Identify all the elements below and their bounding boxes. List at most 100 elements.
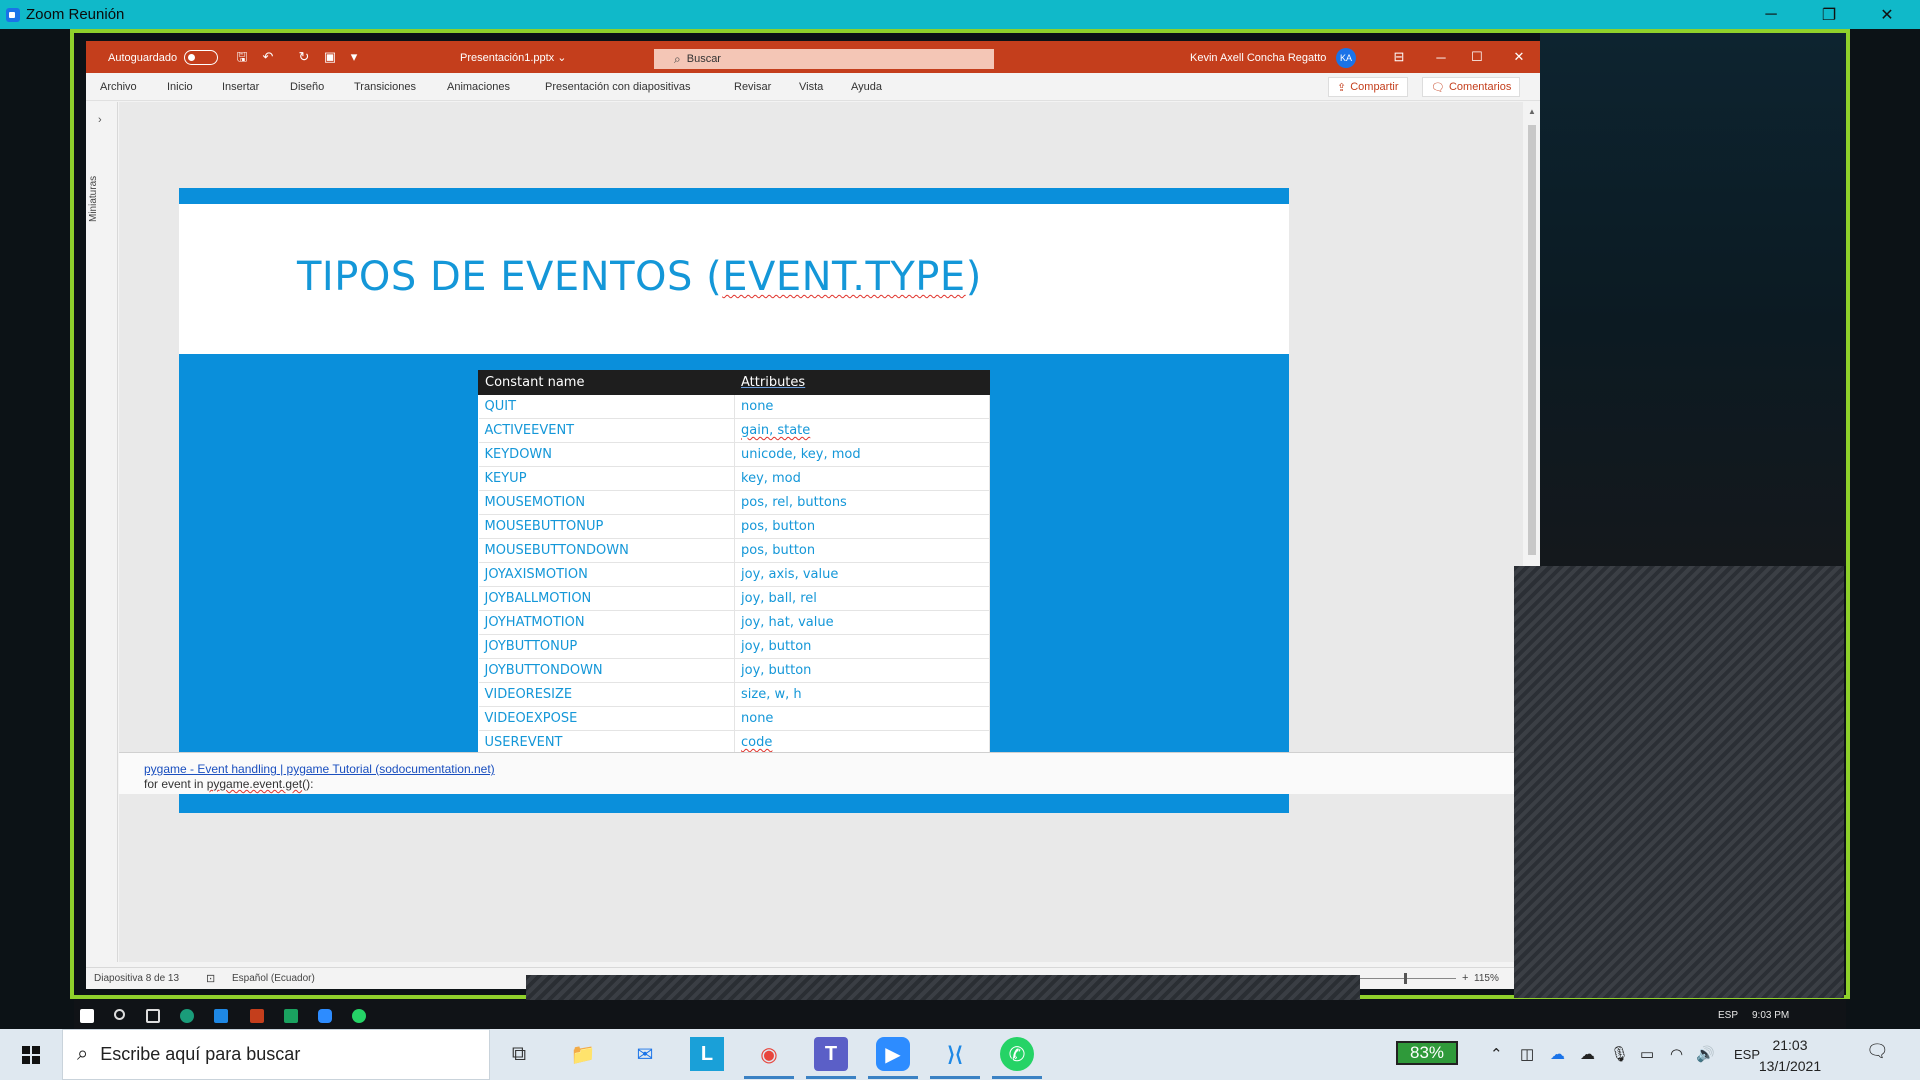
shared-powerpoint-icon[interactable] bbox=[250, 1009, 264, 1023]
expand-thumbnails-chevron-icon[interactable]: › bbox=[98, 114, 102, 126]
shared-search-icon[interactable] bbox=[114, 1009, 125, 1020]
battery-percentage-badge[interactable]: 83% bbox=[1396, 1041, 1458, 1065]
shared-zoom-icon[interactable] bbox=[318, 1009, 332, 1023]
ribbon-display-options-icon[interactable]: ⊟ bbox=[1378, 41, 1420, 73]
scrollbar-thumb[interactable] bbox=[1528, 125, 1536, 555]
tab-vista[interactable]: Vista bbox=[799, 81, 823, 93]
shared-whatsapp-icon[interactable] bbox=[352, 1009, 366, 1023]
customize-qat-icon[interactable]: ▾ bbox=[346, 49, 362, 65]
chrome-icon[interactable]: ◉ bbox=[744, 1037, 794, 1079]
thumbnails-label[interactable]: Miniaturas bbox=[88, 176, 99, 222]
tab-transiciones[interactable]: Transiciones bbox=[354, 81, 416, 93]
start-button[interactable] bbox=[0, 1029, 62, 1080]
slide-title-code: EVENT.TYPE bbox=[722, 254, 966, 300]
file-explorer-icon[interactable]: 📁 bbox=[566, 1037, 600, 1071]
show-hidden-icons-chevron-icon[interactable]: ⌃ bbox=[1490, 1045, 1503, 1063]
search-input[interactable]: ⌕ Buscar bbox=[654, 49, 994, 69]
shared-edge-icon[interactable] bbox=[180, 1009, 194, 1023]
constant-name-cell: MOUSEMOTION bbox=[478, 490, 735, 515]
shared-tray-time[interactable]: 9:03 PM bbox=[1752, 1010, 1789, 1021]
table-row: MOUSEBUTTONUP pos, button bbox=[478, 514, 990, 539]
zoom-overlay-bar bbox=[526, 975, 1360, 1000]
shared-tray-language[interactable]: ESP bbox=[1718, 1010, 1738, 1021]
document-name[interactable]: Presentación1.pptx ⌄ bbox=[460, 51, 566, 64]
windows-logo-icon bbox=[22, 1045, 40, 1064]
mail-icon[interactable]: ✉ bbox=[628, 1037, 662, 1071]
language-indicator[interactable]: Español (Ecuador) bbox=[232, 973, 315, 984]
teams-icon[interactable]: T bbox=[806, 1037, 856, 1079]
notes-code-prefix: for event in bbox=[144, 777, 207, 791]
zoom-in-icon[interactable]: + bbox=[1462, 972, 1468, 984]
attributes-cell: pos, button bbox=[734, 514, 990, 539]
accessibility-icon[interactable]: ⊡ bbox=[206, 972, 215, 985]
notes-pane[interactable]: pygame - Event handling | pygame Tutoria… bbox=[119, 752, 1523, 794]
tab-diseno[interactable]: Diseño bbox=[290, 81, 324, 93]
table-row: JOYBUTTONDOWN joy, button bbox=[478, 658, 990, 683]
slide-title[interactable]: TIPOS DE EVENTOS (EVENT.TYPE) bbox=[297, 254, 982, 300]
comments-button[interactable]: 🗨 Comentarios bbox=[1422, 77, 1521, 97]
table-row: VIDEORESIZE size, w, h bbox=[478, 682, 990, 707]
tab-presentacion[interactable]: Presentación con diapositivas bbox=[545, 81, 691, 93]
attributes-cell-text: code bbox=[741, 735, 773, 750]
notes-link[interactable]: pygame - Event handling | pygame Tutoria… bbox=[144, 762, 495, 776]
shared-task-view-icon[interactable] bbox=[146, 1009, 160, 1023]
wifi-icon[interactable]: ◠ bbox=[1670, 1045, 1683, 1063]
user-name[interactable]: Kevin Axell Concha Regatto bbox=[1190, 52, 1326, 64]
whatsapp-icon[interactable]: ✆ bbox=[992, 1037, 1042, 1079]
tab-revisar[interactable]: Revisar bbox=[734, 81, 771, 93]
attributes-cell: key, mod bbox=[734, 466, 990, 491]
microphone-icon[interactable]: 🎙 bbox=[1610, 1045, 1629, 1063]
undo-icon[interactable]: ↶ bbox=[260, 49, 276, 65]
scroll-up-arrow-icon[interactable]: ▲ bbox=[1528, 107, 1536, 116]
zoom-minimize-button[interactable]: ─ bbox=[1742, 0, 1800, 29]
zoom-icon[interactable]: ▶ bbox=[868, 1037, 918, 1079]
table-row: JOYBUTTONUP joy, button bbox=[478, 634, 990, 659]
windows-taskbar: ⌕ Escribe aquí para buscar ⧉ 📁 ✉ L ◉ T ▶… bbox=[0, 1029, 1920, 1080]
event-types-table[interactable]: Constant name Attributes QUIT none ACTIVEE… bbox=[478, 370, 990, 755]
ppt-close-button[interactable]: ✕ bbox=[1498, 41, 1540, 73]
shared-vscode-icon[interactable] bbox=[214, 1009, 228, 1023]
share-button-label: Compartir bbox=[1350, 81, 1399, 93]
tab-animaciones[interactable]: Animaciones bbox=[447, 81, 510, 93]
zoom-level[interactable]: 115% bbox=[1474, 973, 1499, 984]
zoom-slider-knob[interactable] bbox=[1404, 973, 1407, 984]
zoom-close-button[interactable]: ✕ bbox=[1858, 0, 1916, 29]
taskbar-search-input[interactable]: ⌕ Escribe aquí para buscar bbox=[62, 1029, 490, 1080]
table-header-row: Constant name Attributes bbox=[478, 370, 990, 395]
share-button[interactable]: ⇪ Compartir bbox=[1328, 77, 1408, 97]
present-from-start-icon[interactable]: ▣ bbox=[322, 49, 338, 65]
tab-archivo[interactable]: Archivo bbox=[100, 81, 137, 93]
notifications-icon[interactable]: 🗨 bbox=[1866, 1041, 1890, 1065]
tab-inicio[interactable]: Inicio bbox=[167, 81, 193, 93]
table-row: JOYBALLMOTION joy, ball, rel bbox=[478, 586, 990, 611]
avatar[interactable]: KA bbox=[1336, 48, 1356, 68]
task-view-icon[interactable]: ⧉ bbox=[502, 1037, 536, 1071]
speaker-icon[interactable]: 🔊 bbox=[1696, 1045, 1715, 1063]
table-header-attributes-label: Attributes bbox=[741, 375, 806, 390]
attributes-cell: pos, button bbox=[734, 538, 990, 563]
l-app-icon[interactable]: L bbox=[690, 1037, 724, 1071]
shared-app-green-icon[interactable] bbox=[284, 1009, 298, 1023]
battery-icon[interactable]: ▭ bbox=[1640, 1045, 1654, 1063]
redo-icon[interactable]: ↻ bbox=[296, 49, 312, 65]
onedrive-icon[interactable]: ☁ bbox=[1550, 1045, 1565, 1063]
zoom-restore-button[interactable]: ❐ bbox=[1800, 0, 1858, 29]
notes-code: for event in pygame.event.get(): bbox=[144, 777, 313, 791]
cloud-icon[interactable]: ☁ bbox=[1580, 1045, 1595, 1063]
vscode-icon[interactable]: ⟩⟨ bbox=[930, 1037, 980, 1079]
taskbar-search-placeholder: Escribe aquí para buscar bbox=[100, 1044, 301, 1064]
save-icon[interactable]: 🖫 bbox=[234, 49, 250, 65]
comment-icon: 🗨 bbox=[1431, 81, 1445, 94]
tab-ayuda[interactable]: Ayuda bbox=[851, 81, 882, 93]
constant-name-cell: MOUSEBUTTONUP bbox=[478, 514, 735, 539]
slide[interactable]: TIPOS DE EVENTOS (EVENT.TYPE) Constant n… bbox=[179, 188, 1289, 813]
autosave[interactable]: Autoguardado bbox=[108, 50, 219, 65]
meet-now-icon[interactable]: ◫ bbox=[1520, 1045, 1534, 1063]
taskbar-clock[interactable]: 21:03 13/1/2021 bbox=[1740, 1035, 1840, 1077]
ppt-maximize-button[interactable]: ☐ bbox=[1456, 41, 1498, 73]
constant-name-cell: QUIT bbox=[478, 394, 735, 419]
participant-video-tile[interactable] bbox=[1514, 566, 1844, 998]
tab-insertar[interactable]: Insertar bbox=[222, 81, 259, 93]
autosave-toggle[interactable] bbox=[184, 50, 219, 65]
shared-windows-icon[interactable] bbox=[80, 1009, 94, 1023]
